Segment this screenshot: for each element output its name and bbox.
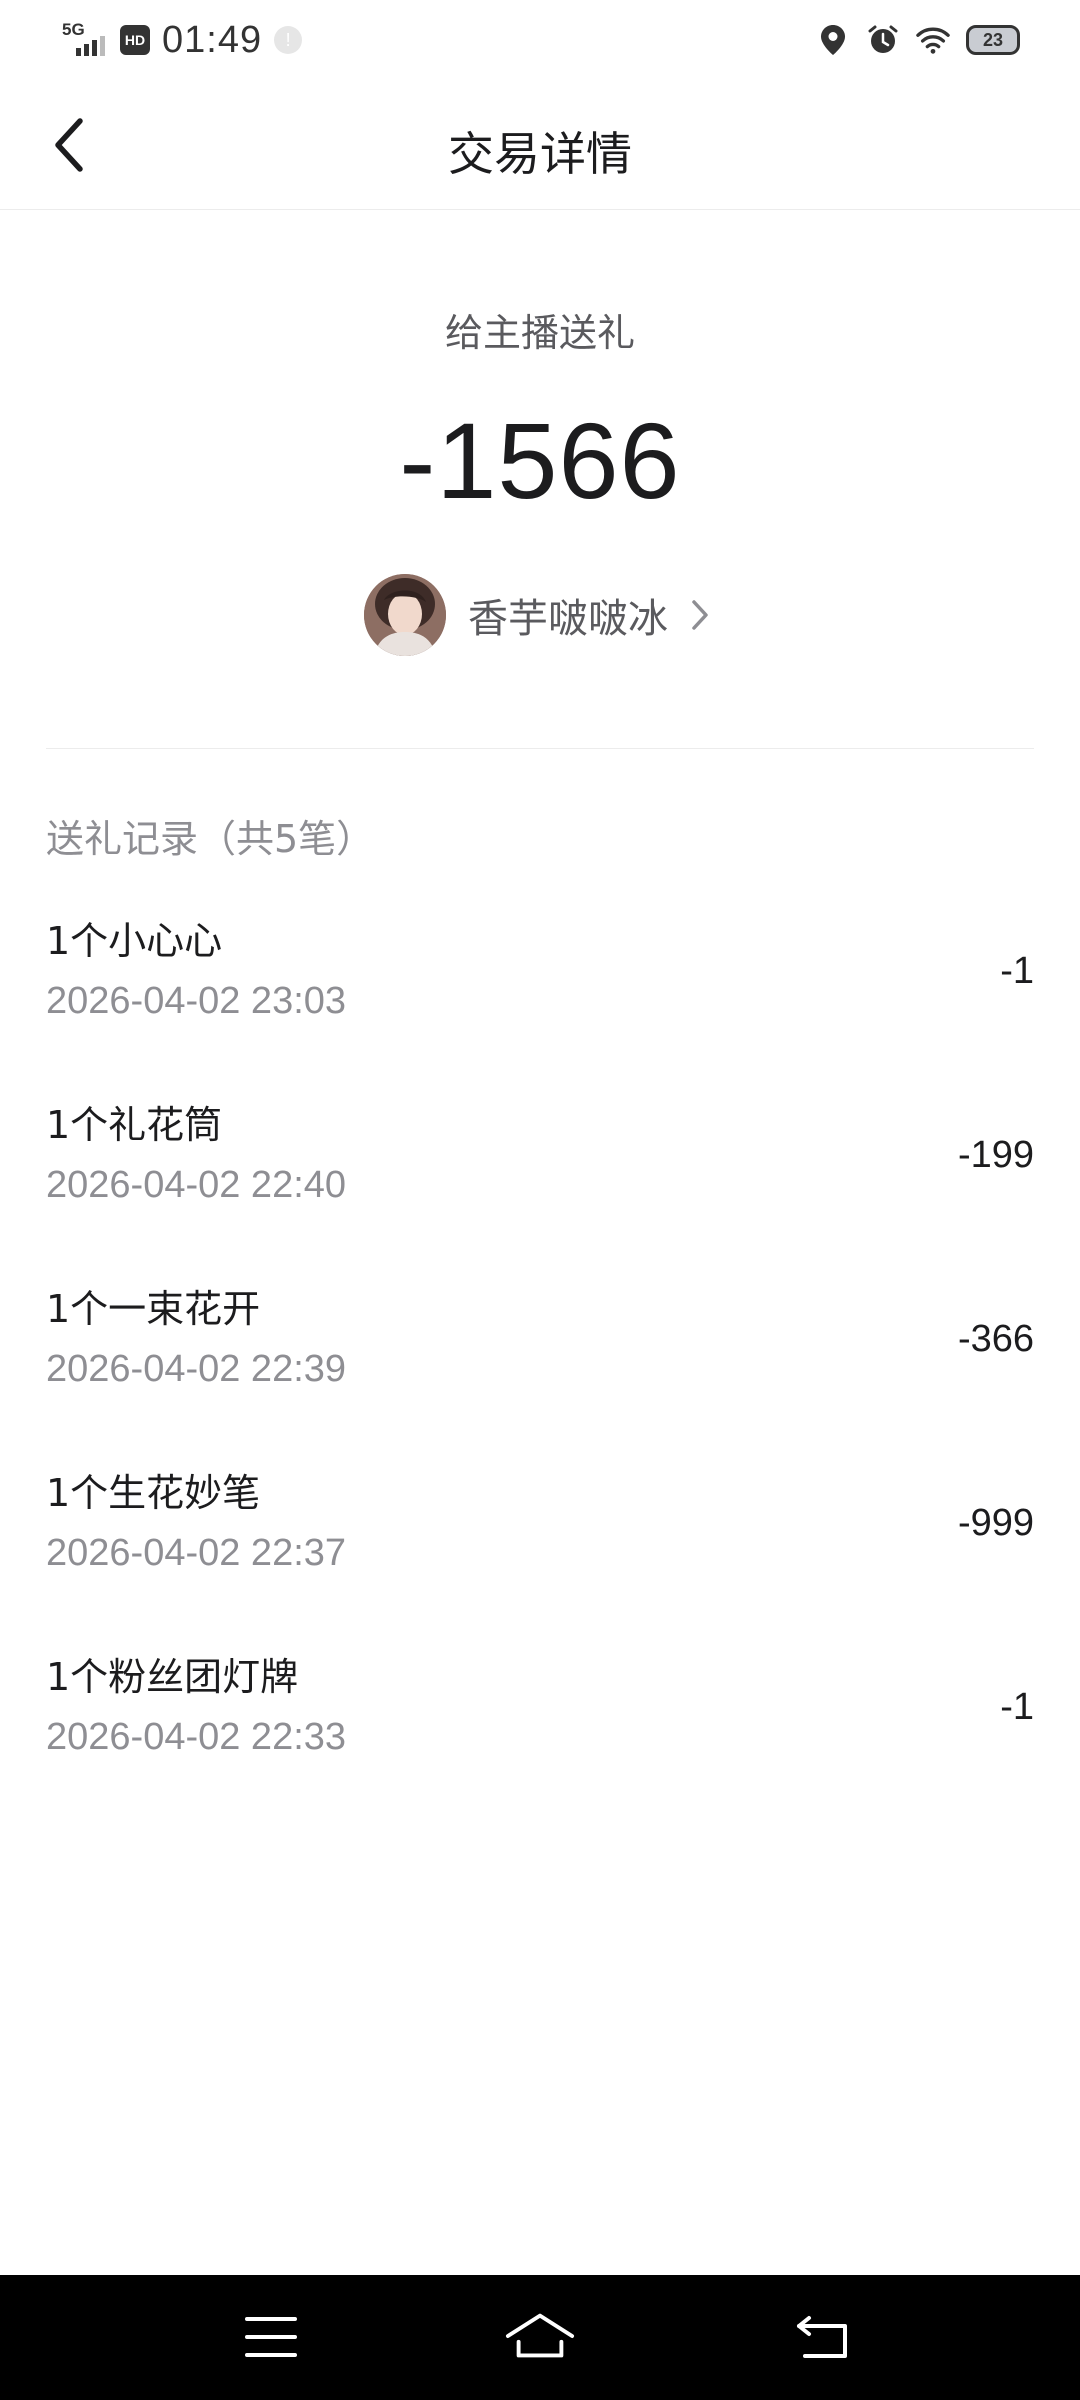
streamer-link[interactable]: 香芋啵啵冰 xyxy=(0,572,1080,658)
nav-menu-button[interactable] xyxy=(236,2305,306,2369)
transaction-type-label: 给主播送礼 xyxy=(444,311,635,355)
system-nav-bar xyxy=(0,2275,1080,2400)
gift-amount: -366 xyxy=(957,1318,1034,1360)
status-right: 23 xyxy=(816,23,1020,57)
return-icon xyxy=(797,2316,847,2358)
gift-name: 1个一束花开 xyxy=(46,1287,261,1331)
chevron-right-icon xyxy=(690,595,716,635)
list-item: 1个礼花筒 2026-04-02 22:40 -199 xyxy=(0,1064,1080,1248)
list-item: 1个小心心 2026-04-02 23:03 -1 xyxy=(0,880,1080,1064)
list-item: 1个一束花开 2026-04-02 22:39 -366 xyxy=(0,1248,1080,1432)
gift-name: 1个小心心 xyxy=(46,919,223,963)
nav-home-button[interactable] xyxy=(505,2305,575,2369)
gift-time: 2026-04-02 22:40 xyxy=(46,1164,347,1206)
gift-name: 1个礼花筒 xyxy=(46,1103,223,1147)
nav-header: 交易详情 xyxy=(0,80,1080,210)
menu-icon xyxy=(245,2317,297,2357)
notification-icon: ! xyxy=(274,26,303,54)
location-icon xyxy=(816,23,850,57)
battery-level: 23 xyxy=(982,29,1004,50)
gift-amount: -999 xyxy=(957,1502,1034,1544)
gift-time: 2026-04-02 22:37 xyxy=(46,1532,347,1574)
status-bar: 5G HD 01:49 ! 23 xyxy=(0,0,1080,80)
gift-amount: -1 xyxy=(1000,950,1034,992)
gift-amount: -1 xyxy=(1000,1686,1034,1728)
list-item: 1个粉丝团灯牌 2026-04-02 22:33 -1 xyxy=(0,1616,1080,1800)
cellular-signal-icon: 5G xyxy=(60,20,108,60)
gift-name: 1个生花妙笔 xyxy=(46,1471,261,1515)
screen: 5G HD 01:49 ! 23 交易详情 给主播送礼 -1566 香芋啵啵冰 … xyxy=(0,0,1080,2400)
gift-time: 2026-04-02 23:03 xyxy=(46,980,347,1022)
gift-amount: -199 xyxy=(957,1134,1034,1176)
gift-time: 2026-04-02 22:33 xyxy=(46,1716,347,1758)
page-title: 交易详情 xyxy=(448,127,632,181)
avatar xyxy=(364,574,446,656)
battery-icon: 23 xyxy=(966,25,1020,55)
gift-name: 1个粉丝团灯牌 xyxy=(46,1655,299,1699)
records-list: 1个小心心 2026-04-02 23:03 -1 1个礼花筒 2026-04-… xyxy=(0,880,1080,1800)
status-left: 5G HD 01:49 ! xyxy=(60,18,303,62)
list-item: 1个生花妙笔 2026-04-02 22:37 -999 xyxy=(0,1432,1080,1616)
home-icon xyxy=(505,2313,575,2358)
streamer-name: 香芋啵啵冰 xyxy=(468,596,668,642)
alarm-icon xyxy=(866,23,900,57)
wifi-icon xyxy=(916,23,950,57)
hd-icon: HD xyxy=(120,25,150,55)
gift-time: 2026-04-02 22:39 xyxy=(46,1348,347,1390)
status-time: 01:49 xyxy=(162,18,263,61)
divider xyxy=(46,748,1034,749)
records-header: 送礼记录（共5笔） xyxy=(46,817,375,861)
nav-back-button[interactable] xyxy=(788,2305,858,2369)
transaction-amount: -1566 xyxy=(399,400,681,521)
